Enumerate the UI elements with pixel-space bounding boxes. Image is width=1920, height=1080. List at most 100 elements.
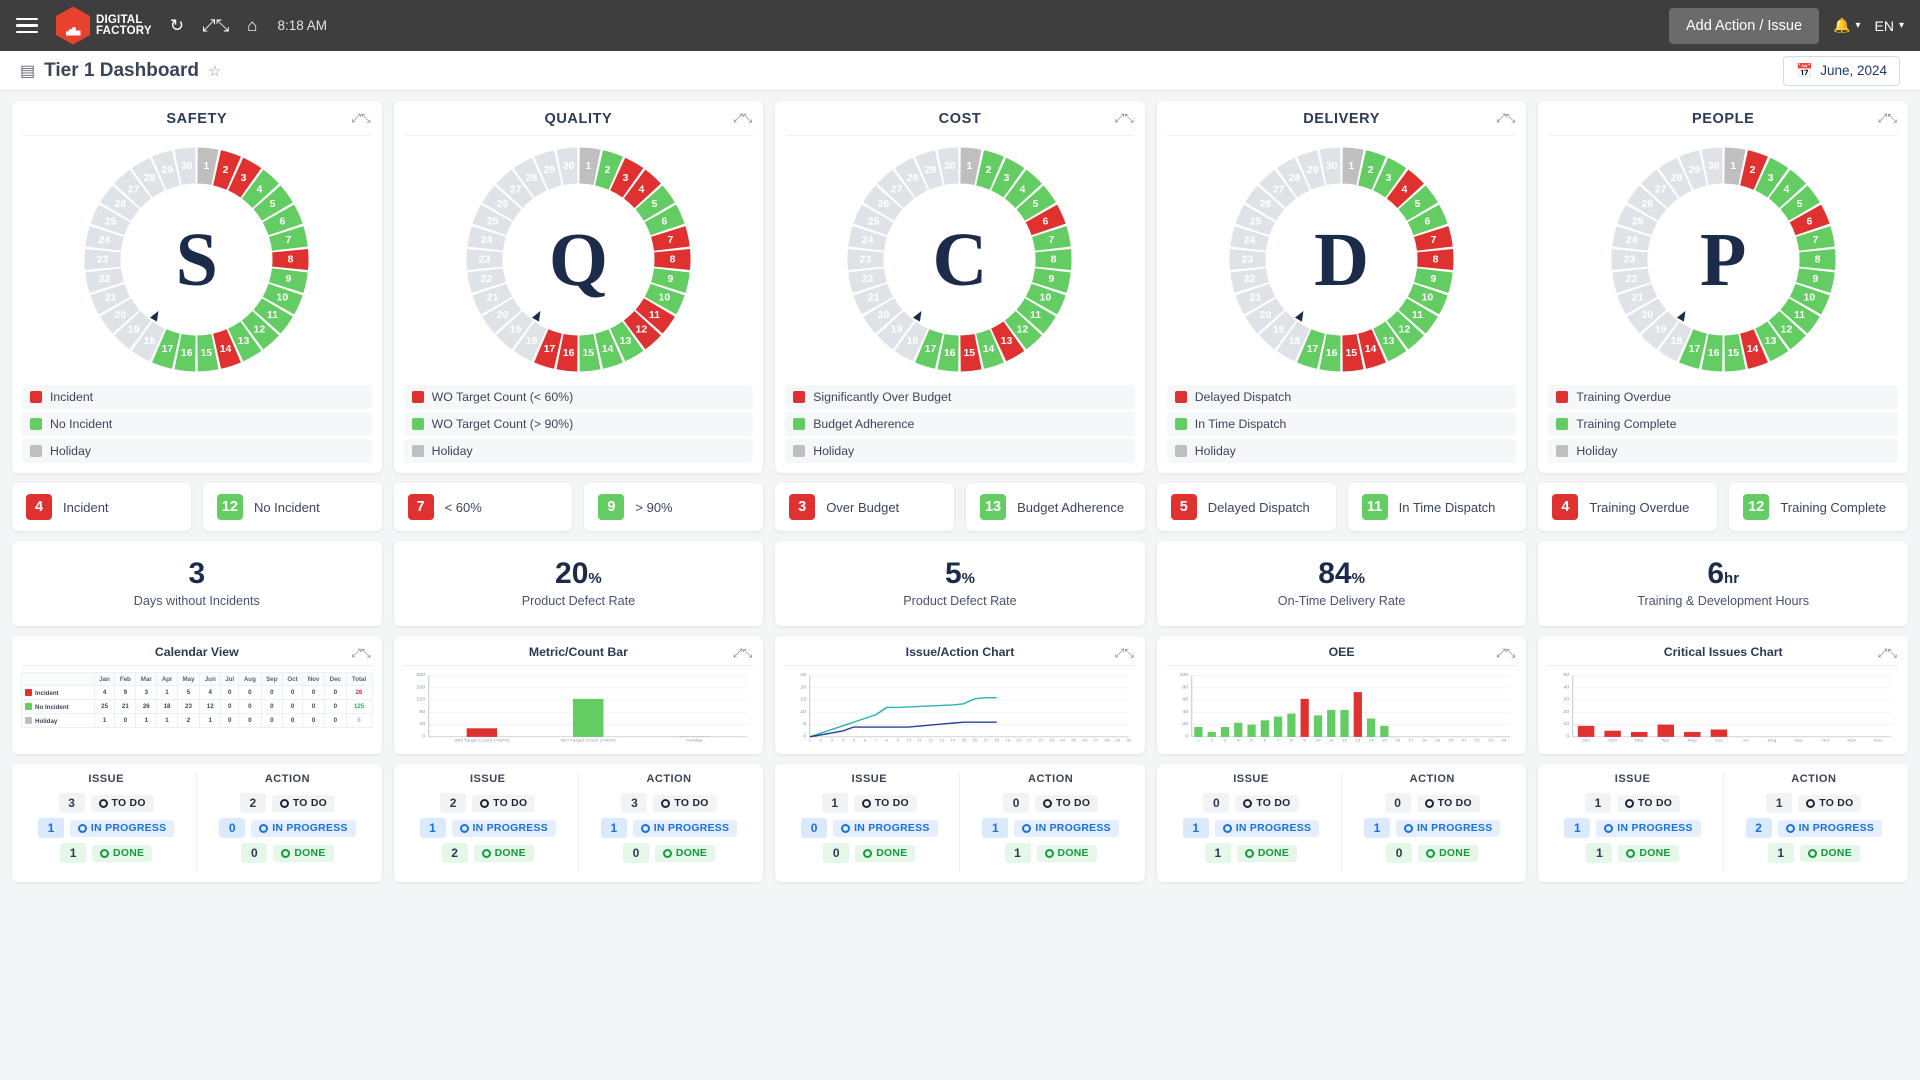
action-status-row[interactable]: 0 IN PROGRESS: [219, 818, 356, 838]
pillar-donut-chart[interactable]: 1 2 3 4 5 6 7 8 9 10 11 12 13 14 15 16 17 18 19 20 21 22 23 24 2…: [22, 136, 372, 383]
expand-icon[interactable]: ⤢⤡: [351, 111, 370, 126]
date-range-selector[interactable]: 📅 June, 2024: [1783, 55, 1900, 86]
expand-icon[interactable]: ⤢⤡: [351, 646, 370, 661]
svg-text:30: 30: [181, 160, 193, 172]
pillar-donut-chart[interactable]: 1 2 3 4 5 6 7 8 9 10 11 12 13 14 15 16 17 18 19 20 21 22 23 24 2…: [404, 136, 754, 383]
status-dot-icon: [481, 848, 491, 858]
calendar-cell: 0: [220, 699, 240, 714]
issue-status-row[interactable]: 1 TO DO: [821, 793, 917, 813]
expand-icon[interactable]: ⤢⤡: [1115, 646, 1134, 661]
expand-icon[interactable]: ⤢⤡: [1115, 111, 1134, 126]
issue-status-row[interactable]: 1 DONE: [1204, 843, 1298, 863]
action-status-row[interactable]: 1 DONE: [1767, 843, 1860, 863]
action-status-row[interactable]: 1 TO DO: [1766, 793, 1862, 813]
chart-body[interactable]: Jan Feb Mar Apr May Jun Jul Aug Sep Oct Nov Dec Tota…: [21, 666, 373, 748]
action-status-row[interactable]: 1 IN PROGRESS: [982, 818, 1119, 838]
chart-body[interactable]: 0 5 10 15 20 25 1 2 3 4 5 6 7 8 9 10 11 12 13 14 15 16 17 18 19 2…: [784, 666, 1136, 748]
status-badge: DONE: [273, 844, 334, 862]
brand-logo: DIGITAL FACTORY: [56, 6, 152, 45]
issue-status-row[interactable]: 3 TO DO: [58, 793, 154, 813]
kpi-card[interactable]: 3 Over Budget: [775, 483, 954, 531]
action-status-row[interactable]: 1 DONE: [1004, 843, 1097, 863]
action-status-row[interactable]: 2 IN PROGRESS: [1745, 818, 1883, 838]
issue-status-row[interactable]: 0 TO DO: [1203, 793, 1299, 813]
favorite-star-icon[interactable]: ☆: [208, 62, 221, 80]
issue-status-row[interactable]: 1 IN PROGRESS: [419, 818, 556, 838]
kpi-card[interactable]: 12 Training Complete: [1729, 483, 1908, 531]
expand-icon[interactable]: ⤢⤡: [1878, 646, 1897, 661]
calendar-cell: 0: [238, 699, 262, 714]
kpi-card[interactable]: 5 Delayed Dispatch: [1156, 483, 1336, 531]
kpi-card[interactable]: 12 No Incident: [202, 483, 382, 531]
issue-status-row[interactable]: 1 DONE: [1586, 843, 1679, 863]
refresh-icon[interactable]: ↻: [170, 17, 184, 34]
svg-text:12: 12: [1017, 323, 1029, 335]
expand-icon[interactable]: ⤢⤡: [733, 646, 752, 661]
svg-text:6: 6: [661, 215, 667, 227]
kpi-card[interactable]: 9 > 90%: [584, 483, 764, 531]
fullscreen-icon[interactable]: ⤢⤡: [202, 17, 229, 34]
svg-text:8: 8: [1433, 254, 1439, 266]
legend-swatch: [793, 391, 806, 403]
issue-status-row[interactable]: 1 TO DO: [1584, 793, 1681, 813]
svg-text:Sep: Sep: [1795, 738, 1804, 742]
issue-status-row[interactable]: 1 IN PROGRESS: [37, 818, 175, 838]
issue-status-row[interactable]: 1 DONE: [60, 843, 153, 863]
svg-text:23: 23: [1049, 739, 1054, 743]
action-status-row[interactable]: 0 DONE: [622, 843, 716, 863]
action-count: 2: [239, 793, 266, 813]
svg-text:11: 11: [1794, 309, 1805, 321]
svg-text:9: 9: [897, 739, 899, 743]
pillar-donut-chart[interactable]: 1 2 3 4 5 6 7 8 9 10 11 12 13 14 15 16 17 18 19 20 21 22 23 24 2…: [1167, 136, 1517, 383]
action-status-row[interactable]: 0 TO DO: [1003, 793, 1099, 813]
action-status-row[interactable]: 2 TO DO: [239, 793, 336, 813]
action-status-row[interactable]: 0 DONE: [241, 843, 334, 863]
legend-label: In Time Dispatch: [1194, 417, 1287, 431]
expand-icon[interactable]: ⤢⤡: [733, 111, 752, 126]
svg-text:29: 29: [543, 164, 555, 176]
status-badge: IN PROGRESS: [1214, 819, 1320, 837]
action-status-row[interactable]: 0 DONE: [1386, 843, 1479, 863]
issue-status-row[interactable]: 2 DONE: [441, 843, 534, 863]
issue-status-row[interactable]: 2 TO DO: [440, 793, 536, 813]
kpi-card[interactable]: 4 Incident: [12, 483, 191, 531]
action-status-row[interactable]: 1 IN PROGRESS: [600, 818, 738, 838]
chart-body[interactable]: 0 10 20 30 40 50 Jan Feb Mar Apr May Jun Jul Aug Sep Oc…: [1547, 666, 1899, 748]
issue-status-row[interactable]: 1 IN PROGRESS: [1564, 818, 1701, 838]
kpi-card[interactable]: 13 Budget Adherence: [965, 483, 1145, 531]
action-status-row[interactable]: 0 TO DO: [1384, 793, 1480, 813]
expand-icon[interactable]: ⤢⤡: [1496, 111, 1515, 126]
kpi-card[interactable]: 4 Training Overdue: [1538, 483, 1718, 531]
expand-icon[interactable]: ⤢⤡: [1878, 111, 1897, 126]
svg-text:15: 15: [1727, 347, 1739, 359]
issue-status-row[interactable]: 1 IN PROGRESS: [1182, 818, 1320, 838]
action-status-row[interactable]: 1 IN PROGRESS: [1364, 818, 1501, 838]
status-badge: TO DO: [653, 794, 717, 812]
pillar-donut-chart[interactable]: 1 2 3 4 5 6 7 8 9 10 11 12 13 14 15 16 17 18 19 20 21 22 23 24 2…: [1548, 136, 1898, 383]
calendar-month-header: Dec: [324, 672, 347, 686]
svg-text:26: 26: [878, 198, 890, 210]
kpi-pair-safety: 4 Incident 12 No Incident: [12, 483, 382, 531]
svg-text:Aug: Aug: [1768, 738, 1777, 742]
chart-body[interactable]: 0 40 80 120 160 200 WO Target Count (<60%) WO T…: [403, 666, 755, 748]
chart-body[interactable]: 0 20 40 60 80 100 1 2 3 4 5 6 7 8 9 10 11 12 13 14 15 16 17 18 1…: [1166, 666, 1518, 748]
kpi-card[interactable]: 11 In Time Dispatch: [1347, 483, 1527, 531]
issue-status-row[interactable]: 0 DONE: [823, 843, 916, 863]
svg-text:19: 19: [510, 323, 522, 335]
add-action-issue-button[interactable]: Add Action / Issue: [1668, 7, 1820, 44]
notifications-button[interactable]: 🔔 ▾: [1833, 17, 1860, 34]
svg-text:25: 25: [1071, 739, 1076, 743]
pillar-donut-chart[interactable]: 1 2 3 4 5 6 7 8 9 10 11 12 13 14 15 16 17 18 19 20 21 22 23 24 2…: [785, 136, 1135, 383]
svg-text:25: 25: [1631, 215, 1643, 227]
status-badge: DONE: [1618, 844, 1679, 862]
calendar-total-cell: 6: [345, 713, 373, 728]
language-selector[interactable]: EN ▾: [1875, 18, 1904, 34]
issue-column: ISSUE 3 TO DO 1 IN PROGRESS 1 DONE: [16, 773, 196, 872]
action-status-row[interactable]: 3 TO DO: [621, 793, 717, 813]
issue-status-row[interactable]: 0 IN PROGRESS: [801, 818, 938, 838]
expand-icon[interactable]: ⤢⤡: [1496, 646, 1515, 661]
hamburger-menu-icon[interactable]: [16, 17, 38, 34]
home-icon[interactable]: ⌂: [247, 17, 257, 34]
svg-text:40: 40: [419, 722, 425, 727]
kpi-card[interactable]: 7 < 60%: [393, 483, 573, 531]
